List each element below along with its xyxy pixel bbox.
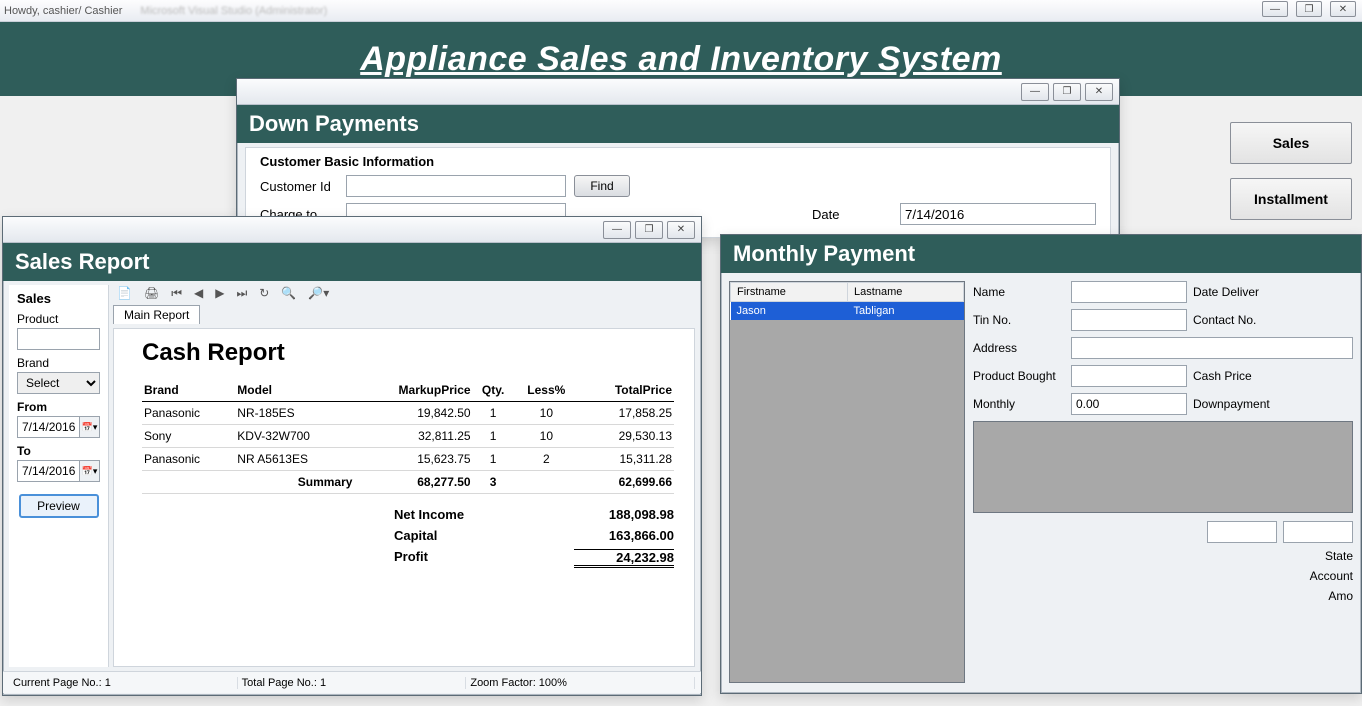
monthly-label: Monthly bbox=[973, 397, 1065, 411]
date-deliver-label: Date Deliver bbox=[1193, 285, 1279, 299]
summary-row: Summary68,277.50362,699.66 bbox=[142, 471, 674, 494]
report-header: Less% bbox=[514, 379, 579, 402]
outer-close-button[interactable]: ✕ bbox=[1330, 1, 1356, 17]
report-viewer[interactable]: Cash Report BrandModelMarkupPriceQty.Les… bbox=[113, 328, 695, 667]
status-total-page: Total Page No.: 1 bbox=[238, 677, 467, 689]
salesrep-close-button[interactable]: ✕ bbox=[667, 221, 695, 239]
toolbar-icon-3[interactable]: ◀ bbox=[194, 286, 203, 300]
profit-value: 24,232.98 bbox=[574, 549, 674, 568]
downpayment-label: Downpayment bbox=[1193, 397, 1279, 411]
toolbar-icon-7[interactable]: 🔍 bbox=[281, 286, 296, 300]
calendar-icon[interactable]: 📅▾ bbox=[80, 416, 100, 438]
to-date-input[interactable] bbox=[17, 460, 80, 482]
customer-id-label: Customer Id bbox=[260, 179, 338, 194]
brand-select[interactable]: Select bbox=[17, 372, 100, 394]
sales-report-title: Sales Report bbox=[3, 243, 701, 281]
product-input[interactable] bbox=[17, 328, 100, 350]
outer-minimize-button[interactable]: — bbox=[1262, 1, 1288, 17]
customer-info-group: Customer Basic Information bbox=[260, 154, 1096, 169]
product-bought-label: Product Bought bbox=[973, 369, 1065, 383]
tin-input[interactable] bbox=[1071, 309, 1187, 331]
installment-button[interactable]: Installment bbox=[1230, 178, 1352, 220]
from-label: From bbox=[17, 400, 100, 414]
address-label: Address bbox=[973, 341, 1065, 355]
customer-table[interactable]: Firstname Lastname Jason Tabligan bbox=[729, 281, 965, 683]
down-payments-window: — ❐ ✕ Down Payments Customer Basic Infor… bbox=[236, 78, 1120, 238]
amo-label: Amo bbox=[1328, 589, 1353, 603]
to-label: To bbox=[17, 444, 100, 458]
report-table: BrandModelMarkupPriceQty.Less%TotalPrice… bbox=[142, 379, 674, 494]
downpay-close-button[interactable]: ✕ bbox=[1085, 83, 1113, 101]
address-input[interactable] bbox=[1071, 337, 1353, 359]
salesrep-maximize-button[interactable]: ❐ bbox=[635, 221, 663, 239]
cash-price-label: Cash Price bbox=[1193, 369, 1279, 383]
vs-faded-text: Microsoft Visual Studio (Administrator) bbox=[140, 5, 327, 17]
toolbar-icon-0[interactable]: 📄 bbox=[117, 286, 132, 300]
detail-grid[interactable] bbox=[973, 421, 1353, 513]
brand-label: Brand bbox=[17, 356, 100, 370]
salesrep-minimize-button[interactable]: — bbox=[603, 221, 631, 239]
net-income-label: Net Income bbox=[394, 507, 514, 522]
report-statusbar: Current Page No.: 1 Total Page No.: 1 Zo… bbox=[3, 671, 701, 693]
customer-id-input[interactable] bbox=[346, 175, 566, 197]
outer-title: Howdy, cashier/ Cashier bbox=[4, 5, 122, 17]
monthly-payment-window: Monthly Payment Firstname Lastname Jason… bbox=[720, 234, 1362, 694]
table-row: PanasonicNR-185ES19,842.5011017,858.25 bbox=[142, 402, 674, 425]
preview-button[interactable]: Preview bbox=[19, 494, 99, 518]
status-current-page: Current Page No.: 1 bbox=[9, 677, 238, 689]
toolbar-icon-8[interactable]: 🔎▾ bbox=[308, 286, 329, 300]
find-button[interactable]: Find bbox=[574, 175, 630, 197]
report-title: Cash Report bbox=[142, 339, 674, 367]
profit-label: Profit bbox=[394, 549, 514, 568]
account-label: Account bbox=[1310, 569, 1353, 583]
report-header: TotalPrice bbox=[579, 379, 674, 402]
name-input[interactable] bbox=[1071, 281, 1187, 303]
date-input[interactable] bbox=[900, 203, 1096, 225]
from-date-input[interactable] bbox=[17, 416, 80, 438]
outer-maximize-button[interactable]: ❐ bbox=[1296, 1, 1322, 17]
table-row: PanasonicNR A5613ES15,623.751215,311.28 bbox=[142, 448, 674, 471]
product-bought-input[interactable] bbox=[1071, 365, 1187, 387]
main-report-tab[interactable]: Main Report bbox=[113, 305, 200, 324]
sales-report-window: — ❐ ✕ Sales Report Sales Product Brand S… bbox=[2, 216, 702, 696]
sales-button[interactable]: Sales bbox=[1230, 122, 1352, 164]
toolbar-icon-6[interactable]: ↻ bbox=[259, 286, 269, 300]
toolbar-icon-5[interactable]: ⏭ bbox=[236, 286, 247, 301]
name-label: Name bbox=[973, 285, 1065, 299]
report-toolbar: 📄 🖨 ⏮ ◀ ▶ ⏭ ↻ 🔍 🔎▾ bbox=[109, 281, 701, 305]
sales-filter-panel: Sales Product Brand Select From 📅▾ To 📅▾… bbox=[9, 285, 109, 667]
monthly-input[interactable] bbox=[1071, 393, 1187, 415]
report-header: Qty. bbox=[473, 379, 514, 402]
toolbar-icon-4[interactable]: ▶ bbox=[215, 286, 224, 300]
tail-input-2[interactable] bbox=[1283, 521, 1353, 543]
monthly-payment-title: Monthly Payment bbox=[721, 235, 1361, 273]
downpay-maximize-button[interactable]: ❐ bbox=[1053, 83, 1081, 101]
report-header: Model bbox=[235, 379, 354, 402]
outer-titlebar: Howdy, cashier/ Cashier Microsoft Visual… bbox=[0, 0, 1362, 22]
capital-value: 163,866.00 bbox=[574, 528, 674, 543]
sales-heading: Sales bbox=[17, 291, 100, 306]
net-income-value: 188,098.98 bbox=[574, 507, 674, 522]
table-row: SonyKDV-32W70032,811.2511029,530.13 bbox=[142, 425, 674, 448]
state-label: State bbox=[1325, 549, 1353, 563]
status-zoom: Zoom Factor: 100% bbox=[466, 677, 695, 689]
product-label: Product bbox=[17, 312, 100, 326]
table-row[interactable]: Jason Tabligan bbox=[731, 302, 964, 321]
capital-label: Capital bbox=[394, 528, 514, 543]
tail-input-1[interactable] bbox=[1207, 521, 1277, 543]
down-payments-title: Down Payments bbox=[237, 105, 1119, 143]
col-firstname: Firstname bbox=[731, 283, 848, 302]
toolbar-icon-2[interactable]: ⏮ bbox=[171, 286, 182, 301]
contact-label: Contact No. bbox=[1193, 313, 1279, 327]
col-lastname: Lastname bbox=[848, 283, 964, 302]
report-header: Brand bbox=[142, 379, 235, 402]
date-label: Date bbox=[812, 207, 890, 222]
toolbar-icon-1[interactable]: 🖨 bbox=[144, 286, 159, 300]
calendar-icon[interactable]: 📅▾ bbox=[80, 460, 100, 482]
report-header: MarkupPrice bbox=[354, 379, 472, 402]
tin-label: Tin No. bbox=[973, 313, 1065, 327]
downpay-minimize-button[interactable]: — bbox=[1021, 83, 1049, 101]
